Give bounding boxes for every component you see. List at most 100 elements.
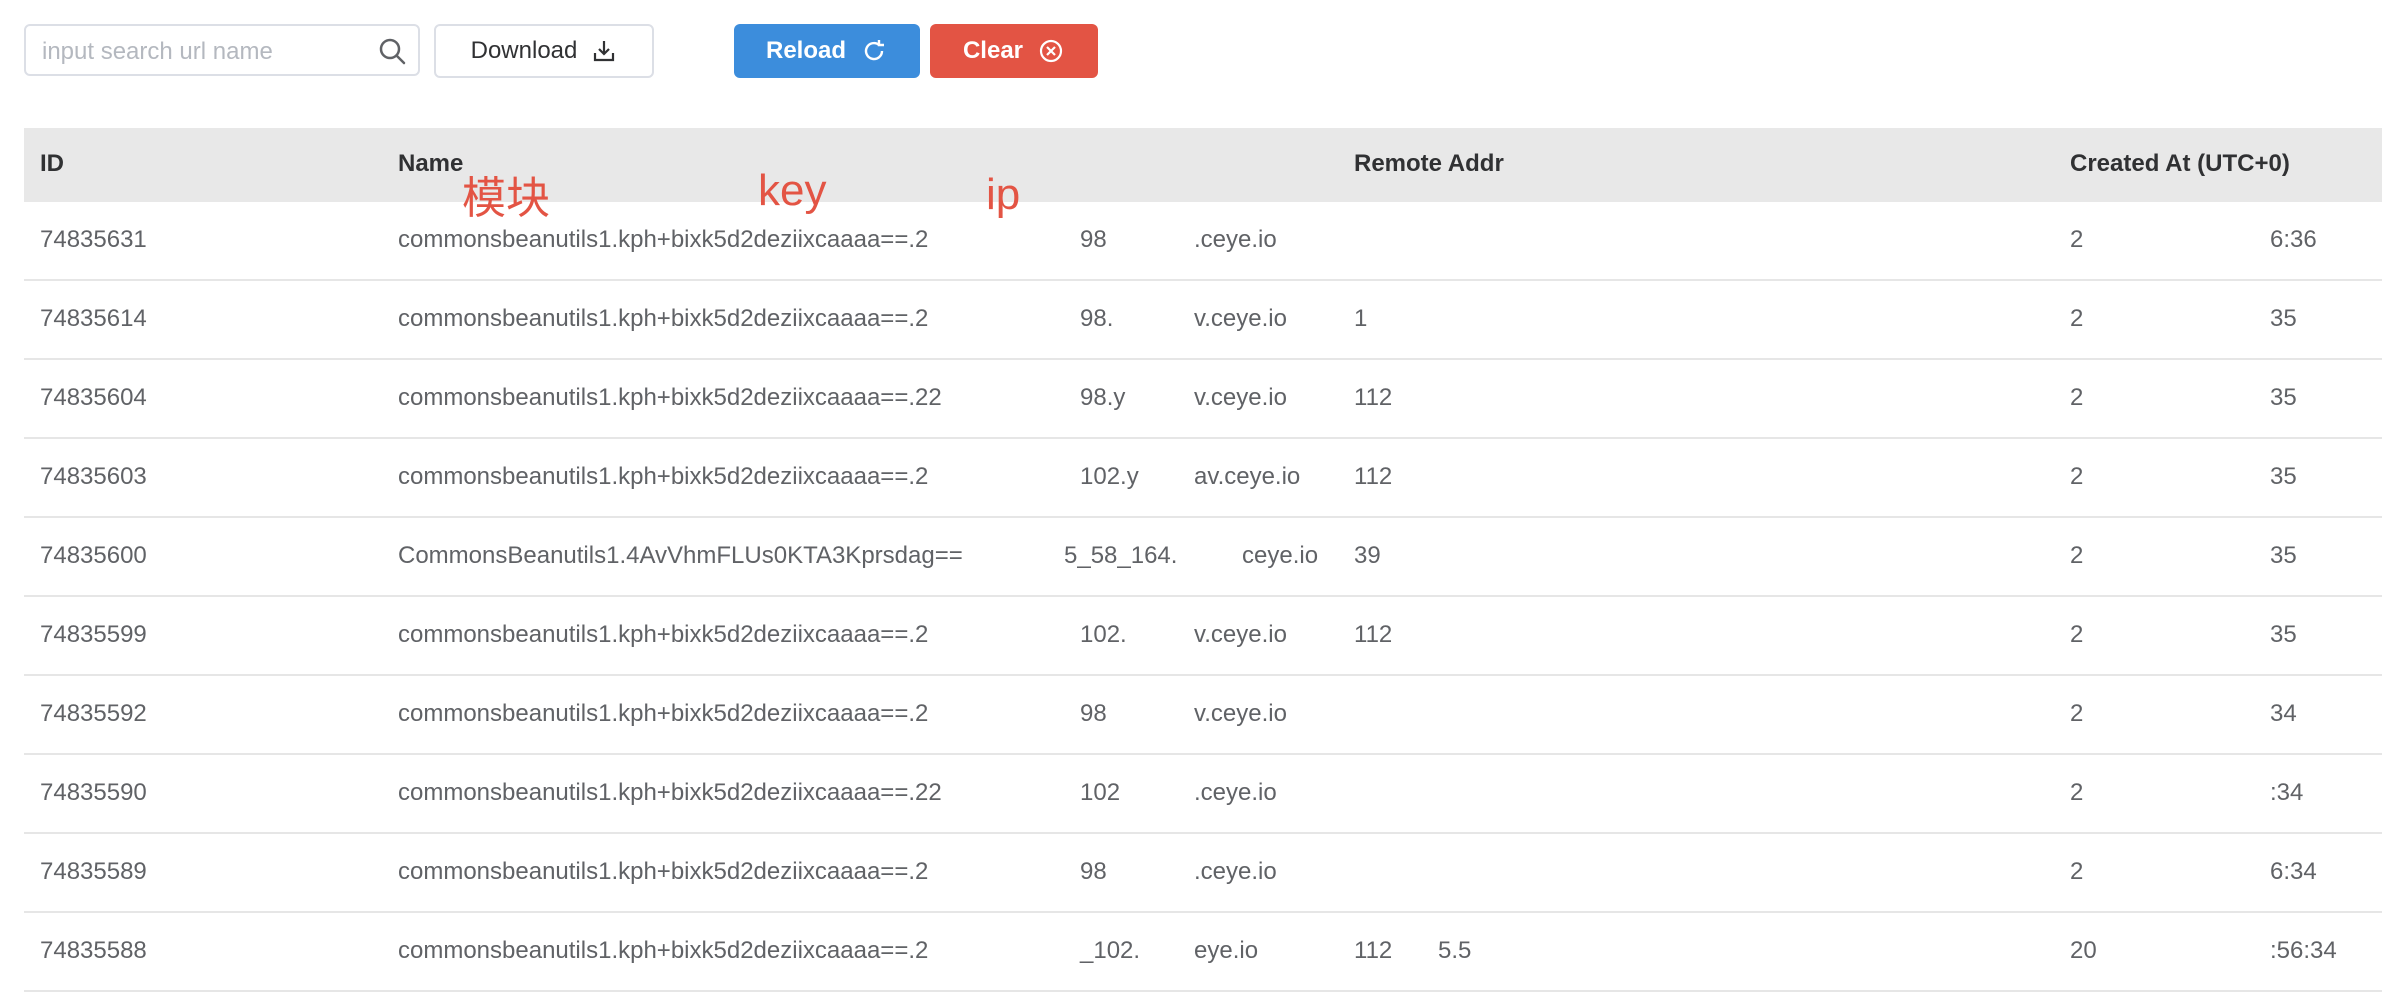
table-row[interactable]: 74835614 commonsbeanutils1.kph+bixk5d2dez… bbox=[24, 281, 2382, 360]
table-row[interactable]: 74835588 commonsbeanutils1.kph+bixk5d2dez… bbox=[24, 913, 2382, 992]
cell-created-tail: 35 bbox=[2270, 542, 2297, 569]
cell-remote-addr-tail: 5.5 bbox=[1438, 937, 1472, 964]
cell-name-suffix: v.ceye.io bbox=[1194, 305, 1287, 332]
cell-name: commonsbeanutils1.kph+bixk5d2deziixcaaaa… bbox=[398, 858, 929, 885]
cell-created-at: 20 bbox=[2070, 937, 2097, 964]
cell-created-at: 2 bbox=[2070, 463, 2084, 490]
cell-created-tail: 35 bbox=[2270, 621, 2297, 648]
cell-remote-addr: 112 bbox=[1354, 384, 1393, 411]
search-icon[interactable] bbox=[376, 35, 408, 67]
cell-created-tail: 35 bbox=[2270, 463, 2297, 490]
cell-name-tail: _102. bbox=[1080, 937, 1141, 964]
table-row[interactable]: 74835604 commonsbeanutils1.kph+bixk5d2dez… bbox=[24, 360, 2382, 439]
cell-name-suffix: v.ceye.io bbox=[1194, 700, 1287, 727]
cell-created-at: 2 bbox=[2070, 305, 2084, 332]
cell-remote-addr: 112 bbox=[1354, 463, 1393, 490]
records-table: ID Name Remote Addr Created At (UTC+0) 7… bbox=[24, 128, 2382, 992]
cell-created-at: 2 bbox=[2070, 621, 2084, 648]
table-row[interactable]: 74835592 commonsbeanutils1.kph+bixk5d2dez… bbox=[24, 676, 2382, 755]
table-row[interactable]: 74835603 commonsbeanutils1.kph+bixk5d2dez… bbox=[24, 439, 2382, 518]
header-remote-addr: Remote Addr bbox=[1354, 150, 1504, 177]
close-circle-icon bbox=[1037, 37, 1065, 65]
cell-name: commonsbeanutils1.kph+bixk5d2deziixcaaaa… bbox=[398, 621, 929, 648]
annotation-key: key bbox=[758, 166, 827, 215]
cell-id: 74835590 bbox=[40, 779, 147, 806]
cell-name-tail: 102. bbox=[1080, 621, 1127, 648]
cell-name: commonsbeanutils1.kph+bixk5d2deziixcaaaa… bbox=[398, 384, 942, 411]
header-name: Name bbox=[398, 150, 464, 177]
cell-name-tail: 5_58_164. bbox=[1064, 542, 1178, 569]
cell-remote-addr: 1 bbox=[1354, 305, 1368, 332]
cell-name: commonsbeanutils1.kph+bixk5d2deziixcaaaa… bbox=[398, 305, 929, 332]
cell-name-tail: 102.y bbox=[1080, 463, 1139, 490]
cell-name-tail: 98.y bbox=[1080, 384, 1126, 411]
download-button[interactable]: Download bbox=[434, 24, 654, 78]
table-body: 74835631 commonsbeanutils1.kph+bixk5d2dez… bbox=[24, 202, 2382, 992]
cell-name-tail: 98 bbox=[1080, 700, 1107, 727]
cell-name: commonsbeanutils1.kph+bixk5d2deziixcaaaa… bbox=[398, 779, 942, 806]
cell-id: 74835592 bbox=[40, 700, 147, 727]
table-row[interactable]: 74835631 commonsbeanutils1.kph+bixk5d2dez… bbox=[24, 202, 2382, 281]
header-id: ID bbox=[40, 150, 64, 177]
cell-id: 74835614 bbox=[40, 305, 147, 332]
cell-created-at: 2 bbox=[2070, 542, 2084, 569]
cell-id: 74835600 bbox=[40, 542, 147, 569]
cell-id: 74835604 bbox=[40, 384, 147, 411]
cell-name-suffix: .ceye.io bbox=[1194, 779, 1277, 806]
cell-id: 74835603 bbox=[40, 463, 147, 490]
cell-created-at: 2 bbox=[2070, 700, 2084, 727]
cell-name-suffix: .ceye.io bbox=[1194, 226, 1277, 253]
table-row[interactable]: 74835599 commonsbeanutils1.kph+bixk5d2dez… bbox=[24, 597, 2382, 676]
cell-name-tail: 98 bbox=[1080, 226, 1107, 253]
cell-created-tail: 35 bbox=[2270, 305, 2297, 332]
header-created-at: Created At (UTC+0) bbox=[2070, 150, 2290, 177]
cell-created-tail: 34 bbox=[2270, 700, 2297, 727]
cell-name-suffix: av.ceye.io bbox=[1194, 463, 1301, 490]
cell-name-suffix: v.ceye.io bbox=[1194, 621, 1287, 648]
cell-name-suffix: .ceye.io bbox=[1194, 858, 1277, 885]
cell-name-suffix: eye.io bbox=[1194, 937, 1259, 964]
search-input[interactable] bbox=[40, 32, 374, 72]
cell-name-suffix: v.ceye.io bbox=[1194, 384, 1287, 411]
cell-remote-addr: 39 bbox=[1354, 542, 1381, 569]
table-header: ID Name Remote Addr Created At (UTC+0) bbox=[24, 128, 2382, 202]
cell-name-suffix: ceye.io bbox=[1242, 542, 1319, 569]
cell-name: commonsbeanutils1.kph+bixk5d2deziixcaaaa… bbox=[398, 226, 929, 253]
cell-created-tail: :56:34 bbox=[2270, 937, 2337, 964]
cell-created-at: 2 bbox=[2070, 226, 2084, 253]
toolbar: Download Reload Clear bbox=[24, 24, 1224, 80]
download-label: Download bbox=[470, 37, 578, 64]
cell-id: 74835631 bbox=[40, 226, 147, 253]
cell-name: CommonsBeanutils1.4AvVhmFLUs0KTA3Kprsdag… bbox=[398, 542, 963, 569]
cell-remote-addr: 112 bbox=[1354, 621, 1393, 648]
clear-button[interactable]: Clear bbox=[930, 24, 1098, 78]
cell-name-tail: 98. bbox=[1080, 305, 1114, 332]
cell-name-tail: 98 bbox=[1080, 858, 1107, 885]
cell-id: 74835588 bbox=[40, 937, 147, 964]
cell-name: commonsbeanutils1.kph+bixk5d2deziixcaaaa… bbox=[398, 700, 929, 727]
cell-remote-addr: 112 bbox=[1354, 937, 1393, 964]
cell-created-tail: 6:36 bbox=[2270, 226, 2317, 253]
table-row[interactable]: 74835589 commonsbeanutils1.kph+bixk5d2dez… bbox=[24, 834, 2382, 913]
cell-id: 74835589 bbox=[40, 858, 147, 885]
cell-created-at: 2 bbox=[2070, 858, 2084, 885]
annotation-module: 模块 bbox=[462, 174, 550, 223]
download-icon bbox=[591, 38, 617, 64]
cell-created-at: 2 bbox=[2070, 384, 2084, 411]
table-row[interactable]: 74835600 CommonsBeanutils1.4AvVhmFLUs0KTA… bbox=[24, 518, 2382, 597]
cell-created-tail: :34 bbox=[2270, 779, 2304, 806]
refresh-icon bbox=[860, 37, 888, 65]
annotation-ip: ip bbox=[986, 170, 1021, 219]
reload-label: Reload bbox=[765, 37, 846, 64]
search-box bbox=[24, 24, 420, 76]
cell-name: commonsbeanutils1.kph+bixk5d2deziixcaaaa… bbox=[398, 937, 929, 964]
cell-created-tail: 35 bbox=[2270, 384, 2297, 411]
cell-id: 74835599 bbox=[40, 621, 147, 648]
table-row[interactable]: 74835590 commonsbeanutils1.kph+bixk5d2dez… bbox=[24, 755, 2382, 834]
cell-created-tail: 6:34 bbox=[2270, 858, 2317, 885]
cell-name-tail: 102 bbox=[1080, 779, 1121, 806]
clear-label: Clear bbox=[962, 37, 1024, 64]
reload-button[interactable]: Reload bbox=[734, 24, 920, 78]
cell-name: commonsbeanutils1.kph+bixk5d2deziixcaaaa… bbox=[398, 463, 929, 490]
cell-created-at: 2 bbox=[2070, 779, 2084, 806]
